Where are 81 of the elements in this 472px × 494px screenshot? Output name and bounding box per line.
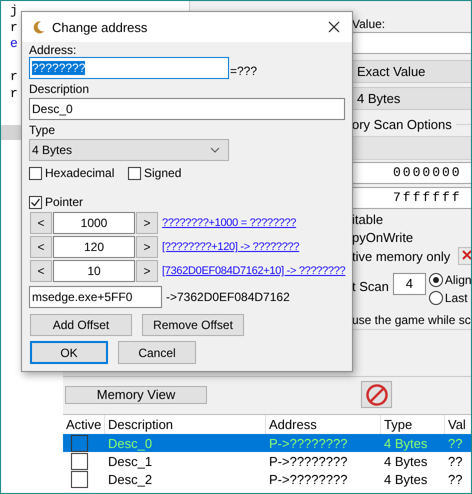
active-checkbox[interactable] bbox=[71, 452, 88, 470]
offset-field[interactable]: 10 bbox=[53, 260, 135, 282]
checkbox[interactable] bbox=[29, 167, 42, 180]
description-label: Description bbox=[29, 82, 90, 97]
base-address-field[interactable]: msedge.exe+5FF0 bbox=[29, 286, 162, 308]
start-address-field[interactable]: 0000000 bbox=[352, 162, 471, 184]
chevron-icon bbox=[210, 147, 220, 153]
decrement-button[interactable]: < bbox=[30, 260, 52, 282]
table-cell-text: P->???????? bbox=[268, 454, 348, 468]
value-type-dropdown[interactable]: 4 Bytes bbox=[352, 87, 471, 110]
radio-button[interactable] bbox=[428, 273, 443, 287]
group-title: ory Scan Options bbox=[352, 116, 452, 132]
crescent-icon bbox=[32, 20, 46, 34]
table-cell-text: P->???????? bbox=[268, 436, 348, 450]
table-cell-text: Desc_2 bbox=[107, 472, 154, 486]
value-label: Value: bbox=[352, 17, 386, 31]
table-row[interactable]: Desc_0 P->???????? 4 Bytes ?? bbox=[63, 434, 471, 452]
table-cell-text: ?? bbox=[447, 436, 464, 450]
offset-field[interactable]: 1000 bbox=[53, 212, 135, 234]
clear-button[interactable] bbox=[458, 247, 471, 265]
table-row[interactable]: Desc_1 P->???????? 4 Bytes ?? bbox=[63, 452, 471, 470]
type-label: Type bbox=[29, 123, 56, 138]
checkbox-label: Pointer bbox=[45, 195, 84, 210]
table-cell-text: 4 Bytes bbox=[383, 454, 428, 468]
stop-address-field[interactable]: 7ffffff bbox=[352, 187, 471, 209]
close-icon bbox=[328, 21, 340, 33]
check-icon bbox=[30, 197, 41, 208]
decrement-button[interactable]: < bbox=[30, 212, 52, 234]
active-checkbox[interactable] bbox=[71, 434, 88, 452]
increment-button[interactable]: > bbox=[136, 236, 158, 258]
code-line: e bbox=[10, 36, 18, 52]
fast-scan-field[interactable]: 4 bbox=[392, 273, 426, 295]
address-field[interactable]: ???????? bbox=[29, 57, 229, 79]
active-memory-label: tive memory only bbox=[352, 248, 450, 264]
pointer-link[interactable]: ????????+1000 = ???????? bbox=[162, 217, 296, 229]
close-button[interactable] bbox=[326, 19, 342, 35]
radio-button[interactable] bbox=[428, 291, 443, 305]
address-result: =??? bbox=[230, 64, 258, 79]
increment-button[interactable]: > bbox=[136, 212, 158, 234]
table-cell-text: ?? bbox=[447, 472, 464, 486]
checkbox[interactable] bbox=[128, 167, 141, 180]
checkbox-label: Signed bbox=[144, 166, 182, 181]
pointer-link[interactable]: [????????+120] -> ???????? bbox=[162, 241, 300, 253]
offset-button[interactable]: Remove Offset bbox=[142, 314, 244, 336]
increment-button[interactable]: > bbox=[136, 260, 158, 282]
window-title: Change address bbox=[52, 20, 148, 34]
radio-label: Align bbox=[444, 273, 471, 287]
dialog-button[interactable]: Cancel bbox=[118, 341, 196, 364]
selected-text: ???????? bbox=[32, 61, 86, 75]
value-field[interactable] bbox=[352, 32, 471, 54]
writable-label: itable bbox=[352, 211, 384, 229]
base-result: ->7362D0EF084D7162 bbox=[166, 290, 290, 304]
copy-on-write-label: pyOnWrite bbox=[352, 229, 414, 247]
table-row[interactable]: Desc_2 P->???????? 4 Bytes ?? bbox=[63, 470, 471, 488]
cross-icon bbox=[462, 250, 471, 260]
prohibited-icon bbox=[364, 382, 388, 406]
checkbox-label: Hexadecimal bbox=[45, 166, 114, 181]
dialog-button[interactable]: OK bbox=[30, 341, 108, 364]
code-line: j bbox=[10, 3, 18, 20]
table-cell-text: Desc_0 bbox=[107, 436, 154, 450]
table-cell-text: ?? bbox=[447, 454, 464, 468]
table-cell-text: P->???????? bbox=[268, 472, 348, 486]
code-line: r bbox=[10, 20, 18, 36]
address-label: Address: bbox=[29, 43, 76, 58]
pointer-link[interactable]: [7362D0EF084D7162+10] -> ???????? bbox=[162, 265, 346, 277]
scan-type-dropdown[interactable]: Exact Value bbox=[352, 60, 471, 83]
table-cell-text: 4 Bytes bbox=[383, 472, 428, 486]
table-cell-text: Desc_1 bbox=[107, 454, 154, 468]
memory-view-button[interactable]: Memory View bbox=[65, 386, 207, 404]
stop-button[interactable] bbox=[361, 381, 392, 408]
offset-button[interactable]: Add Offset bbox=[30, 314, 132, 336]
radio-label: Last bbox=[444, 291, 468, 305]
code-line: r bbox=[10, 86, 18, 102]
checkbox[interactable] bbox=[29, 196, 42, 209]
code-line: r bbox=[10, 69, 18, 86]
description-field[interactable]: Desc_0 bbox=[29, 98, 345, 120]
type-dropdown[interactable]: 4 Bytes bbox=[29, 139, 229, 161]
table-cell-text: 4 Bytes bbox=[383, 436, 428, 450]
active-checkbox[interactable] bbox=[71, 470, 88, 488]
offset-field[interactable]: 120 bbox=[53, 236, 135, 258]
decrement-button[interactable]: < bbox=[30, 236, 52, 258]
